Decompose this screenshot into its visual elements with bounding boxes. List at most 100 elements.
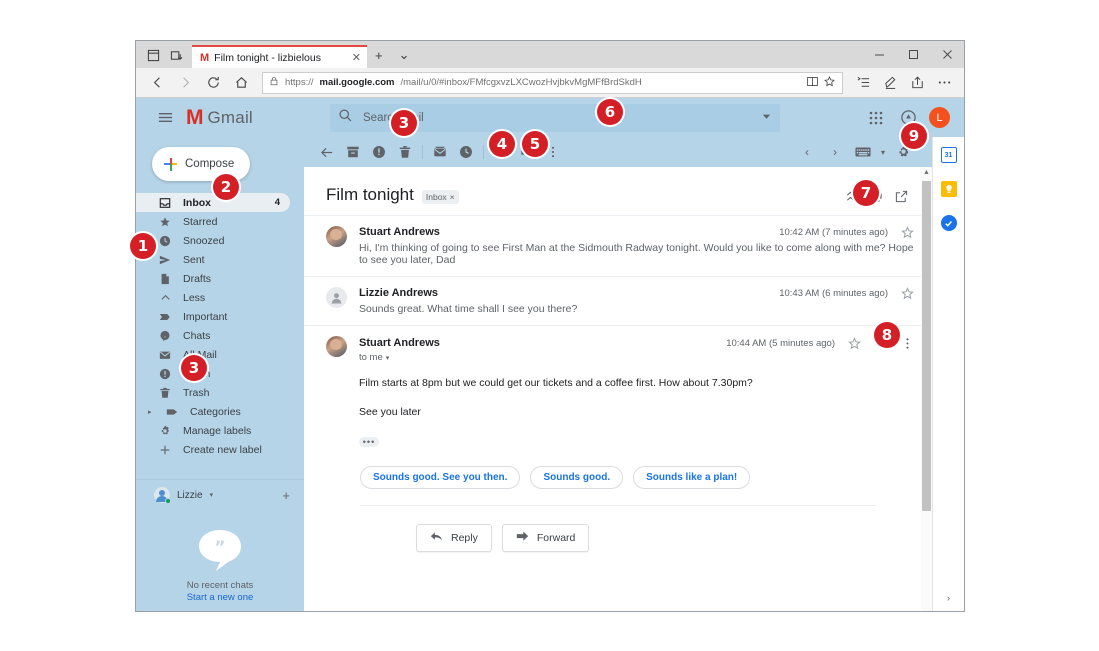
smart-reply-chip[interactable]: Sounds good. See you then. bbox=[360, 465, 521, 489]
sidebar-item-label: Categories bbox=[190, 405, 241, 418]
set-aside-tabs-icon[interactable] bbox=[170, 49, 183, 62]
tab-preview-icon[interactable] bbox=[147, 49, 160, 62]
back-button[interactable] bbox=[144, 70, 170, 96]
forward-button[interactable]: Forward bbox=[501, 523, 590, 552]
sidebar-item-less[interactable]: Less bbox=[136, 288, 290, 307]
account-avatar[interactable]: L bbox=[929, 107, 950, 128]
url-host: mail.google.com bbox=[319, 77, 395, 88]
previous-message-icon[interactable]: ‹ bbox=[794, 139, 820, 165]
sidebar-item-all-mail[interactable]: All Mail bbox=[136, 345, 290, 364]
important-icon bbox=[158, 311, 172, 323]
web-note-icon[interactable] bbox=[878, 71, 902, 95]
url-prefix: https:// bbox=[285, 77, 314, 88]
browser-window: M Film tonight - lizbielous ✕ + ⌄ https:… bbox=[135, 40, 965, 612]
back-to-inbox-icon[interactable] bbox=[314, 139, 340, 165]
label-chip-inbox[interactable]: Inbox × bbox=[421, 190, 459, 204]
screenshot-root: M Film tonight - lizbielous ✕ + ⌄ https:… bbox=[0, 0, 1099, 651]
expand-rail-icon[interactable]: › bbox=[947, 593, 950, 603]
settings-icon bbox=[158, 425, 172, 437]
reading-view-icon[interactable] bbox=[806, 75, 819, 91]
message-recipients[interactable]: to me ▾ bbox=[359, 352, 914, 363]
sidebar-item-important[interactable]: Important bbox=[136, 307, 290, 326]
toolbar-divider bbox=[422, 145, 423, 159]
scrollbar-thumb[interactable] bbox=[922, 181, 931, 511]
archive-icon[interactable] bbox=[340, 139, 366, 165]
vertical-scrollbar[interactable]: ▲ bbox=[921, 167, 932, 611]
url-input[interactable]: https:// mail.google.com/mail/u/0/#inbox/… bbox=[262, 71, 843, 94]
maximize-button[interactable] bbox=[896, 41, 930, 68]
sidebar-item-sent[interactable]: Sent bbox=[136, 250, 290, 269]
gmail-logo[interactable]: M Gmail bbox=[186, 107, 318, 128]
keyboard-chevron-down-icon[interactable]: ▾ bbox=[878, 139, 888, 165]
smart-reply-chip[interactable]: Sounds like a plan! bbox=[633, 465, 751, 489]
star-outline-icon[interactable] bbox=[901, 287, 914, 300]
callout-badge-2: 2 bbox=[213, 174, 239, 200]
sidebar-item-chats[interactable]: ,, Chats bbox=[136, 326, 290, 345]
apps-grid-icon[interactable] bbox=[865, 107, 887, 129]
keep-bulb-icon[interactable] bbox=[940, 181, 957, 197]
star-outline-icon[interactable] bbox=[848, 336, 861, 350]
tab-list-chevron-icon[interactable]: ⌄ bbox=[391, 45, 418, 68]
chat-start-new-link[interactable]: Start a new one bbox=[136, 592, 304, 603]
search-options-chevron-down-icon[interactable] bbox=[761, 109, 772, 127]
sidebar-item-trash[interactable]: Trash bbox=[136, 383, 290, 402]
sidebar-item-inbox[interactable]: Inbox 4 bbox=[136, 193, 290, 212]
report-spam-icon[interactable] bbox=[366, 139, 392, 165]
gmail-main: ‹ › ▾ Film tonight Inbox × Stuart Andrew… bbox=[304, 137, 932, 611]
sidebar-item-drafts[interactable]: Drafts bbox=[136, 269, 290, 288]
favorite-star-icon[interactable] bbox=[823, 75, 836, 91]
browser-more-icon[interactable] bbox=[932, 71, 956, 95]
close-button[interactable] bbox=[930, 41, 964, 68]
forward-icon bbox=[516, 530, 529, 546]
scroll-up-arrow-icon[interactable]: ▲ bbox=[921, 167, 932, 178]
new-chat-plus-icon[interactable]: + bbox=[282, 488, 290, 503]
snooze-icon[interactable] bbox=[453, 139, 479, 165]
next-message-icon[interactable]: › bbox=[822, 139, 848, 165]
message-sender: Stuart Andrews bbox=[359, 336, 440, 349]
favorites-hub-icon[interactable] bbox=[851, 71, 875, 95]
mark-unread-icon[interactable] bbox=[427, 139, 453, 165]
smart-reply-chip[interactable]: Sounds good. bbox=[530, 465, 624, 489]
home-button[interactable] bbox=[228, 70, 254, 96]
refresh-button[interactable] bbox=[200, 70, 226, 96]
browser-tab[interactable]: M Film tonight - lizbielous ✕ bbox=[192, 45, 367, 68]
hamburger-icon[interactable] bbox=[148, 101, 182, 135]
chat-user-row[interactable]: Lizzie ▾ + bbox=[136, 479, 304, 510]
message-row[interactable]: Lizzie Andrews 10:43 AM (6 minutes ago) … bbox=[304, 276, 932, 325]
sidebar-item-categories[interactable]: ▸ Categories bbox=[136, 402, 290, 421]
reply-label: Reply bbox=[451, 531, 478, 544]
show-trimmed-content-button[interactable]: ••• bbox=[359, 436, 379, 447]
chat-user-chevron-down-icon[interactable]: ▾ bbox=[210, 491, 214, 499]
calendar-icon[interactable]: 31 bbox=[940, 147, 957, 163]
star-outline-icon[interactable] bbox=[901, 226, 914, 239]
sidebar-item-snoozed[interactable]: Snoozed bbox=[136, 231, 290, 250]
compose-button[interactable]: Compose bbox=[152, 147, 250, 181]
message-header: Stuart Andrews 10:44 AM (5 minutes ago) bbox=[359, 336, 914, 350]
tab-close-icon[interactable]: ✕ bbox=[352, 51, 361, 64]
message-sender: Lizzie Andrews bbox=[359, 287, 439, 299]
message-row[interactable]: Stuart Andrews 10:42 AM (7 minutes ago) … bbox=[304, 215, 932, 276]
delete-icon[interactable] bbox=[392, 139, 418, 165]
forward-button[interactable] bbox=[172, 70, 198, 96]
svg-text:,,: ,, bbox=[164, 334, 167, 339]
share-icon[interactable] bbox=[905, 71, 929, 95]
sidebar-item-starred[interactable]: Starred bbox=[136, 212, 290, 231]
sidebar-item-manage-labels[interactable]: Manage labels bbox=[136, 421, 290, 440]
titlebar-system-icons bbox=[136, 49, 192, 68]
label-chip-remove-icon[interactable]: × bbox=[450, 192, 455, 202]
message-more-icon[interactable] bbox=[901, 337, 914, 350]
callout-badge-5: 5 bbox=[522, 131, 548, 157]
reply-button[interactable]: Reply bbox=[416, 523, 492, 552]
categories-expand-caret-icon[interactable]: ▸ bbox=[148, 408, 154, 416]
clock-icon bbox=[158, 235, 172, 247]
sidebar-nav-list: Inbox 4 Starred Snoozed Sent Drafts Less… bbox=[136, 191, 304, 459]
sidebar-item-spam[interactable]: Spam bbox=[136, 364, 290, 383]
recipients-chevron-down-icon[interactable]: ▾ bbox=[386, 354, 390, 362]
keyboard-icon[interactable] bbox=[850, 139, 876, 165]
minimize-button[interactable] bbox=[862, 41, 896, 68]
sidebar-item-create-new-label[interactable]: Create new label bbox=[136, 440, 290, 459]
new-tab-button[interactable]: + bbox=[367, 45, 391, 68]
tasks-check-icon[interactable] bbox=[940, 215, 957, 231]
open-in-new-window-icon[interactable] bbox=[895, 190, 908, 203]
gmail-body: Compose Inbox 4 Starred Snoozed Sent Dra… bbox=[136, 137, 964, 611]
